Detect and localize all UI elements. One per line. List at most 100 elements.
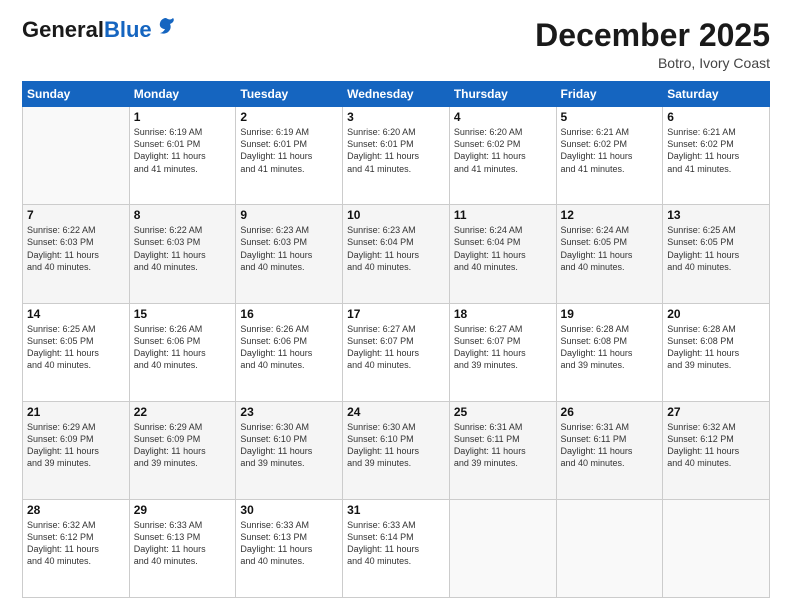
col-friday: Friday: [556, 82, 663, 107]
table-row: 9 Sunrise: 6:23 AM Sunset: 6:03 PM Daylig…: [236, 205, 343, 303]
subtitle: Botro, Ivory Coast: [535, 55, 770, 71]
day-number: 3: [347, 110, 445, 124]
table-row: 5Sunrise: 6:21 AM Sunset: 6:02 PM Daylig…: [556, 107, 663, 205]
day-number: 29: [134, 503, 232, 517]
day-info: Sunrise: 6:19 AM Sunset: 6:01 PM Dayligh…: [134, 126, 232, 175]
day-number: 2: [240, 110, 338, 124]
day-info: Sunrise: 6:33 AM Sunset: 6:13 PM Dayligh…: [240, 519, 338, 568]
table-row: 13Sunrise: 6:25 AM Sunset: 6:05 PM Dayli…: [663, 205, 770, 303]
calendar-week-row: 14Sunrise: 6:25 AM Sunset: 6:05 PM Dayli…: [23, 303, 770, 401]
day-info: Sunrise: 6:30 AM Sunset: 6:10 PM Dayligh…: [240, 421, 338, 470]
day-info: Sunrise: 6:26 AM Sunset: 6:06 PM Dayligh…: [240, 323, 338, 372]
table-row: 21 Sunrise: 6:29 AM Sunset: 6:09 PM Dayli…: [23, 401, 130, 499]
day-info: Sunrise: 6:20 AM Sunset: 6:01 PM Dayligh…: [347, 126, 445, 175]
day-info: Sunrise: 6:23 AM Sunset: 6:03 PM Dayligh…: [240, 224, 338, 273]
table-row: 22Sunrise: 6:29 AM Sunset: 6:09 PM Dayli…: [129, 401, 236, 499]
logo-general: General: [22, 17, 104, 42]
logo-bird-icon: [155, 15, 177, 42]
day-number: 16: [240, 307, 338, 321]
table-row: 11 Sunrise: 6:24 AM Sunset: 6:04 PM Dayli…: [449, 205, 556, 303]
calendar-week-row: 21 Sunrise: 6:29 AM Sunset: 6:09 PM Dayli…: [23, 401, 770, 499]
day-number: 12: [561, 208, 659, 222]
day-number: 23: [240, 405, 338, 419]
day-number: 31: [347, 503, 445, 517]
day-info: Sunrise: 6:29 AM Sunset: 6:09 PM Dayligh…: [27, 421, 125, 470]
day-number: 18: [454, 307, 552, 321]
day-info: Sunrise: 6:22 AM Sunset: 6:03 PM Dayligh…: [27, 224, 125, 273]
table-row: 30 Sunrise: 6:33 AM Sunset: 6:13 PM Dayli…: [236, 499, 343, 597]
logo-blue: Blue: [104, 17, 152, 42]
table-row: [23, 107, 130, 205]
table-row: 25 Sunrise: 6:31 AM Sunset: 6:11 PM Dayli…: [449, 401, 556, 499]
day-number: 25: [454, 405, 552, 419]
col-sunday: Sunday: [23, 82, 130, 107]
day-number: 21: [27, 405, 125, 419]
title-area: December 2025 Botro, Ivory Coast: [535, 18, 770, 71]
day-info: Sunrise: 6:24 AM Sunset: 6:05 PM Dayligh…: [561, 224, 659, 273]
table-row: 24 Sunrise: 6:30 AM Sunset: 6:10 PM Dayli…: [343, 401, 450, 499]
table-row: 15Sunrise: 6:26 AM Sunset: 6:06 PM Dayli…: [129, 303, 236, 401]
table-row: [556, 499, 663, 597]
day-number: 6: [667, 110, 765, 124]
day-info: Sunrise: 6:24 AM Sunset: 6:04 PM Dayligh…: [454, 224, 552, 273]
day-number: 13: [667, 208, 765, 222]
table-row: 8 Sunrise: 6:22 AM Sunset: 6:03 PM Daylig…: [129, 205, 236, 303]
page: GeneralBlue December 2025 Botro, Ivory C…: [0, 0, 792, 612]
day-number: 1: [134, 110, 232, 124]
day-info: Sunrise: 6:32 AM Sunset: 6:12 PM Dayligh…: [27, 519, 125, 568]
day-number: 30: [240, 503, 338, 517]
table-row: 20 Sunrise: 6:28 AM Sunset: 6:08 PM Dayli…: [663, 303, 770, 401]
calendar-week-row: 28 Sunrise: 6:32 AM Sunset: 6:12 PM Dayli…: [23, 499, 770, 597]
day-number: 24: [347, 405, 445, 419]
table-row: 12 Sunrise: 6:24 AM Sunset: 6:05 PM Dayli…: [556, 205, 663, 303]
col-monday: Monday: [129, 82, 236, 107]
day-info: Sunrise: 6:23 AM Sunset: 6:04 PM Dayligh…: [347, 224, 445, 273]
table-row: 26 Sunrise: 6:31 AM Sunset: 6:11 PM Dayli…: [556, 401, 663, 499]
day-info: Sunrise: 6:28 AM Sunset: 6:08 PM Dayligh…: [561, 323, 659, 372]
table-row: [663, 499, 770, 597]
day-info: Sunrise: 6:20 AM Sunset: 6:02 PM Dayligh…: [454, 126, 552, 175]
table-row: 17 Sunrise: 6:27 AM Sunset: 6:07 PM Dayli…: [343, 303, 450, 401]
day-number: 19: [561, 307, 659, 321]
table-row: [449, 499, 556, 597]
day-number: 8: [134, 208, 232, 222]
col-saturday: Saturday: [663, 82, 770, 107]
day-info: Sunrise: 6:27 AM Sunset: 6:07 PM Dayligh…: [347, 323, 445, 372]
day-info: Sunrise: 6:33 AM Sunset: 6:13 PM Dayligh…: [134, 519, 232, 568]
day-info: Sunrise: 6:28 AM Sunset: 6:08 PM Dayligh…: [667, 323, 765, 372]
logo: GeneralBlue: [22, 18, 177, 42]
day-info: Sunrise: 6:31 AM Sunset: 6:11 PM Dayligh…: [561, 421, 659, 470]
table-row: 31Sunrise: 6:33 AM Sunset: 6:14 PM Dayli…: [343, 499, 450, 597]
table-row: 18 Sunrise: 6:27 AM Sunset: 6:07 PM Dayli…: [449, 303, 556, 401]
table-row: 16 Sunrise: 6:26 AM Sunset: 6:06 PM Dayli…: [236, 303, 343, 401]
calendar-header-row: Sunday Monday Tuesday Wednesday Thursday…: [23, 82, 770, 107]
col-tuesday: Tuesday: [236, 82, 343, 107]
day-info: Sunrise: 6:21 AM Sunset: 6:02 PM Dayligh…: [667, 126, 765, 175]
day-number: 17: [347, 307, 445, 321]
day-info: Sunrise: 6:27 AM Sunset: 6:07 PM Dayligh…: [454, 323, 552, 372]
day-number: 4: [454, 110, 552, 124]
table-row: 6 Sunrise: 6:21 AM Sunset: 6:02 PM Daylig…: [663, 107, 770, 205]
table-row: 10Sunrise: 6:23 AM Sunset: 6:04 PM Dayli…: [343, 205, 450, 303]
table-row: 1 Sunrise: 6:19 AM Sunset: 6:01 PM Daylig…: [129, 107, 236, 205]
day-info: Sunrise: 6:29 AM Sunset: 6:09 PM Dayligh…: [134, 421, 232, 470]
day-info: Sunrise: 6:31 AM Sunset: 6:11 PM Dayligh…: [454, 421, 552, 470]
calendar-table: Sunday Monday Tuesday Wednesday Thursday…: [22, 81, 770, 598]
table-row: 14Sunrise: 6:25 AM Sunset: 6:05 PM Dayli…: [23, 303, 130, 401]
calendar-week-row: 1 Sunrise: 6:19 AM Sunset: 6:01 PM Daylig…: [23, 107, 770, 205]
table-row: 4 Sunrise: 6:20 AM Sunset: 6:02 PM Daylig…: [449, 107, 556, 205]
day-info: Sunrise: 6:21 AM Sunset: 6:02 PM Dayligh…: [561, 126, 659, 175]
day-info: Sunrise: 6:22 AM Sunset: 6:03 PM Dayligh…: [134, 224, 232, 273]
day-info: Sunrise: 6:30 AM Sunset: 6:10 PM Dayligh…: [347, 421, 445, 470]
day-number: 27: [667, 405, 765, 419]
day-number: 11: [454, 208, 552, 222]
month-title: December 2025: [535, 18, 770, 53]
day-number: 9: [240, 208, 338, 222]
day-number: 20: [667, 307, 765, 321]
table-row: 19 Sunrise: 6:28 AM Sunset: 6:08 PM Dayli…: [556, 303, 663, 401]
table-row: 28 Sunrise: 6:32 AM Sunset: 6:12 PM Dayli…: [23, 499, 130, 597]
table-row: 23 Sunrise: 6:30 AM Sunset: 6:10 PM Dayli…: [236, 401, 343, 499]
day-number: 28: [27, 503, 125, 517]
day-info: Sunrise: 6:26 AM Sunset: 6:06 PM Dayligh…: [134, 323, 232, 372]
day-number: 26: [561, 405, 659, 419]
